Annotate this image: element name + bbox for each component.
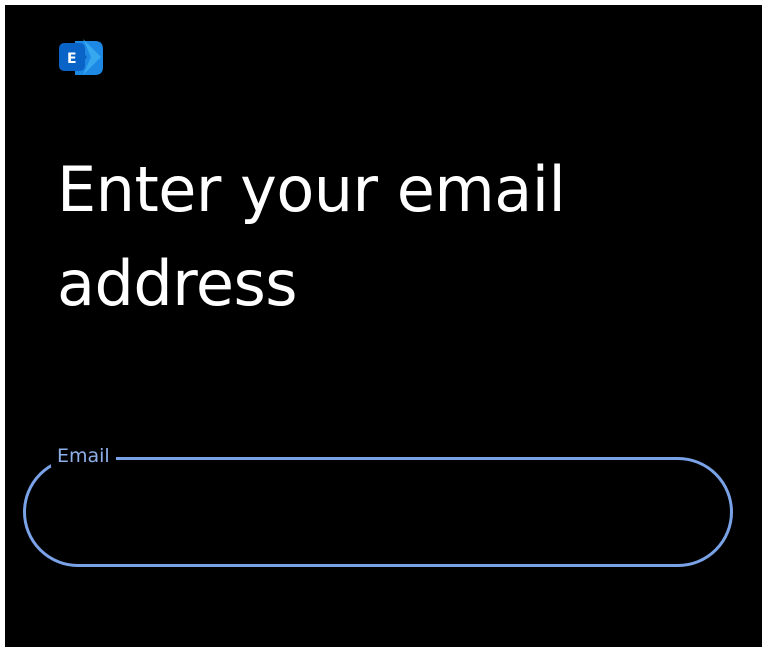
page-title: Enter your email address	[57, 153, 566, 320]
logo-letter: E	[67, 51, 77, 67]
email-field[interactable]: Email	[23, 445, 733, 567]
microsoft-exchange-icon: E	[57, 35, 105, 81]
email-input[interactable]	[63, 487, 687, 539]
email-field-label: Email	[51, 445, 116, 467]
login-screen: E Enter your email address Email	[5, 5, 762, 647]
